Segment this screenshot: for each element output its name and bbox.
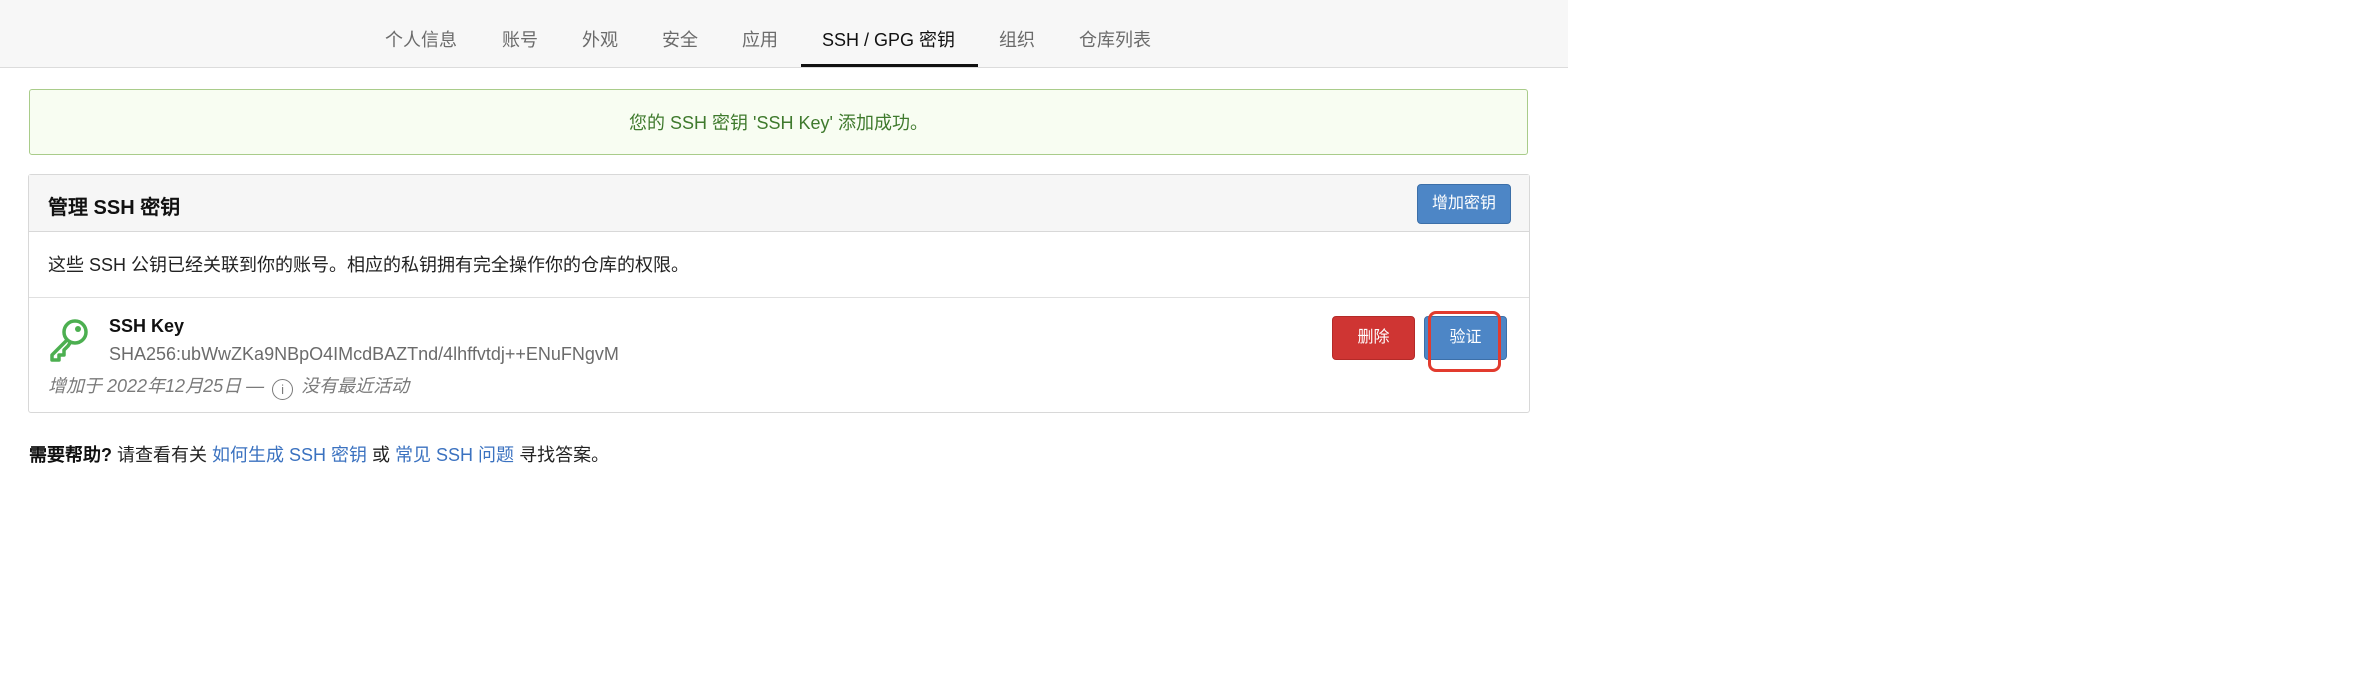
- tab-applications[interactable]: 应用: [742, 0, 778, 68]
- key-icon: [50, 319, 88, 362]
- info-icon: i: [272, 379, 294, 400]
- tab-ssh-gpg-keys[interactable]: SSH / GPG 密钥: [822, 0, 955, 68]
- success-alert: 您的 SSH 密钥 'SSH Key' 添加成功。: [29, 89, 1528, 155]
- help-text-2: 或: [367, 445, 396, 465]
- tab-security[interactable]: 安全: [662, 0, 698, 68]
- help-text-1: 请查看有关: [112, 445, 213, 465]
- verify-button-highlight: [1428, 311, 1501, 372]
- panel-header: 管理 SSH 密钥 增加密钥: [29, 175, 1529, 232]
- key-added-date: 增加于 2022年12月25日 —: [48, 376, 265, 396]
- active-tab-indicator: [801, 64, 978, 67]
- help-text-3: 寻找答案。: [514, 445, 610, 465]
- key-activity: 没有最近活动: [301, 376, 410, 396]
- key-fingerprint: SHA256:ubWwZKa9NBpO4IMcdBAZTnd/4lhffvtdj…: [109, 344, 619, 364]
- key-name: SSH Key: [109, 316, 185, 336]
- success-alert-message: 您的 SSH 密钥 'SSH Key' 添加成功。: [629, 113, 928, 133]
- common-ssh-problems-link[interactable]: 常见 SSH 问题: [395, 445, 514, 465]
- ssh-keys-panel: 管理 SSH 密钥 增加密钥 这些 SSH 公钥已经关联到你的账号。相应的私钥拥…: [28, 174, 1530, 413]
- how-to-generate-ssh-key-link[interactable]: 如何生成 SSH 密钥: [212, 445, 367, 465]
- settings-tab-bar: 个人信息 账号 外观 安全 应用 SSH / GPG 密钥 组织 仓库列表: [0, 0, 1568, 68]
- panel-title: 管理 SSH 密钥: [48, 197, 181, 219]
- tab-account[interactable]: 账号: [502, 0, 538, 68]
- help-text: 需要帮助? 请查看有关 如何生成 SSH 密钥 或 常见 SSH 问题 寻找答案…: [29, 441, 609, 467]
- tab-profile[interactable]: 个人信息: [385, 0, 457, 68]
- delete-key-button[interactable]: 删除: [1332, 316, 1415, 360]
- tab-organizations[interactable]: 组织: [999, 0, 1035, 68]
- help-heading: 需要帮助?: [29, 445, 112, 465]
- tab-appearance[interactable]: 外观: [582, 0, 618, 68]
- add-key-button[interactable]: 增加密钥: [1417, 184, 1511, 224]
- key-meta: 增加于 2022年12月25日 — i 没有最近活动: [48, 372, 409, 400]
- divider: [29, 297, 1529, 298]
- panel-description: 这些 SSH 公钥已经关联到你的账号。相应的私钥拥有完全操作你的仓库的权限。: [48, 255, 690, 275]
- tab-repositories[interactable]: 仓库列表: [1079, 0, 1151, 68]
